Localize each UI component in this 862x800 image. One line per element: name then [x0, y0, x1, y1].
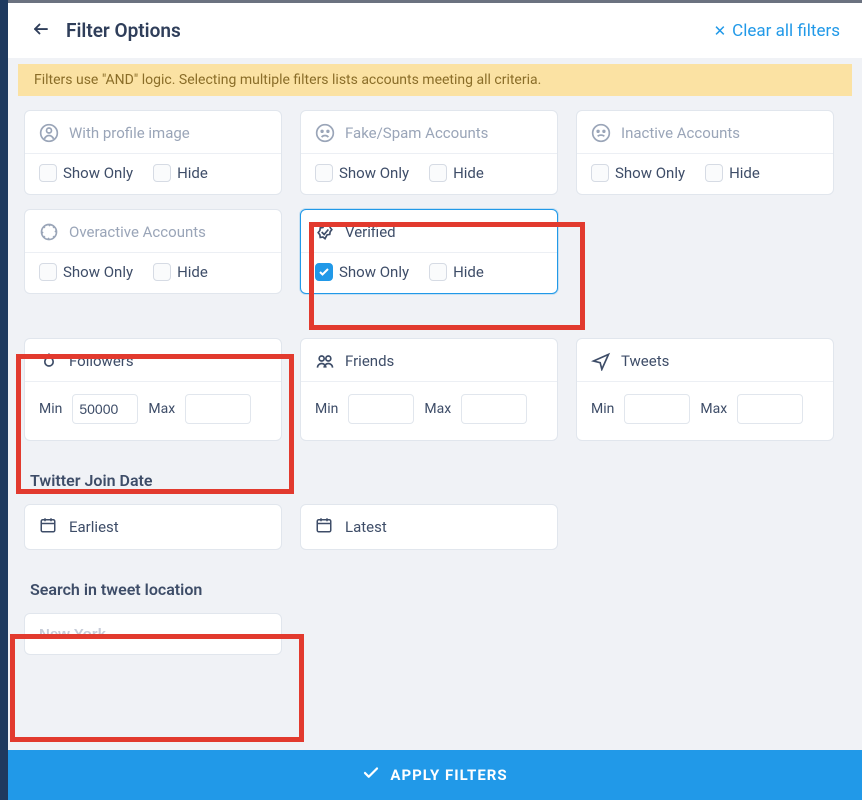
- person-icon: [39, 123, 59, 143]
- earliest-label: Earliest: [69, 518, 119, 536]
- tweets-max-input[interactable]: [737, 394, 803, 424]
- show-only-label: Show Only: [63, 164, 133, 182]
- calendar-icon: [39, 516, 57, 538]
- min-label: Min: [591, 401, 614, 417]
- latest-date-picker[interactable]: Latest: [300, 504, 558, 550]
- card-title: With profile image: [69, 124, 190, 142]
- show-only-checkbox[interactable]: Show Only: [591, 164, 685, 182]
- hide-checkbox[interactable]: Hide: [705, 164, 760, 182]
- card-title: Inactive Accounts: [621, 124, 740, 142]
- hide-label: Hide: [177, 164, 208, 182]
- checkbox-icon: [315, 164, 333, 182]
- hide-label: Hide: [177, 263, 208, 281]
- checkbox-icon: [429, 164, 447, 182]
- show-only-label: Show Only: [615, 164, 685, 182]
- clear-all-filters-button[interactable]: ✕ Clear all filters: [714, 21, 840, 41]
- min-label: Min: [315, 401, 338, 417]
- filter-card-fake-spam: Fake/Spam Accounts Show Only Hide: [300, 110, 558, 195]
- filter-card-followers: Followers Min Max: [24, 338, 282, 441]
- hide-label: Hide: [729, 164, 760, 182]
- card-title: Friends: [345, 352, 394, 370]
- card-title: Tweets: [621, 352, 669, 370]
- filter-card-profile-image: With profile image Show Only Hide: [24, 110, 282, 195]
- hide-checkbox[interactable]: Hide: [153, 164, 208, 182]
- friends-max-input[interactable]: [461, 394, 527, 424]
- info-banner: Filters use "AND" logic. Selecting multi…: [18, 64, 852, 96]
- earliest-date-picker[interactable]: Earliest: [24, 504, 282, 550]
- gear-badge-icon: [39, 222, 59, 242]
- show-only-checkbox[interactable]: Show Only: [315, 164, 409, 182]
- hide-checkbox[interactable]: Hide: [429, 164, 484, 182]
- checkbox-icon: [705, 164, 723, 182]
- check-icon: [362, 764, 380, 786]
- checkbox-icon: [591, 164, 609, 182]
- location-section-title: Search in tweet location: [30, 580, 846, 599]
- show-only-label: Show Only: [63, 263, 133, 281]
- hide-checkbox[interactable]: Hide: [429, 263, 484, 281]
- card-title: Verified: [345, 223, 396, 241]
- card-title: Overactive Accounts: [69, 223, 206, 241]
- latest-label: Latest: [345, 518, 387, 536]
- clear-filters-label: Clear all filters: [732, 21, 840, 41]
- close-icon: ✕: [714, 22, 727, 40]
- checkbox-icon: [39, 263, 57, 281]
- neutral-face-icon: [591, 123, 611, 143]
- hide-label: Hide: [453, 164, 484, 182]
- checkbox-icon: [315, 263, 333, 281]
- apply-filters-button[interactable]: APPLY FILTERS: [8, 750, 862, 800]
- max-label: Max: [148, 401, 175, 417]
- sad-face-icon: [315, 123, 335, 143]
- filter-card-verified: Verified Show Only Hide: [300, 209, 558, 294]
- max-label: Max: [424, 401, 451, 417]
- card-title: Followers: [69, 352, 134, 370]
- location-search-input[interactable]: [24, 613, 282, 655]
- friends-min-input[interactable]: [348, 394, 414, 424]
- show-only-checkbox[interactable]: Show Only: [39, 164, 133, 182]
- filter-card-inactive: Inactive Accounts Show Only Hide: [576, 110, 834, 195]
- fire-icon: [39, 351, 59, 371]
- checkbox-icon: [429, 263, 447, 281]
- apply-label: APPLY FILTERS: [390, 766, 507, 784]
- show-only-label: Show Only: [339, 164, 409, 182]
- min-label: Min: [39, 401, 62, 417]
- header: Filter Options ✕ Clear all filters: [8, 0, 862, 58]
- calendar-icon: [315, 516, 333, 538]
- verified-badge-icon: [315, 222, 335, 242]
- card-title: Fake/Spam Accounts: [345, 124, 488, 142]
- show-only-checkbox[interactable]: Show Only: [39, 263, 133, 281]
- filter-card-tweets: Tweets Min Max: [576, 338, 834, 441]
- followers-max-input[interactable]: [185, 394, 251, 424]
- checkbox-icon: [39, 164, 57, 182]
- back-arrow-icon[interactable]: [30, 19, 52, 43]
- friends-icon: [315, 351, 335, 371]
- tweets-min-input[interactable]: [624, 394, 690, 424]
- show-only-checkbox[interactable]: Show Only: [315, 263, 409, 281]
- page-title: Filter Options: [66, 19, 181, 42]
- join-date-section-title: Twitter Join Date: [30, 471, 846, 490]
- left-sidebar-stripe: [0, 0, 8, 800]
- filter-card-friends: Friends Min Max: [300, 338, 558, 441]
- filter-card-overactive: Overactive Accounts Show Only Hide: [24, 209, 282, 294]
- checkbox-icon: [153, 164, 171, 182]
- show-only-label: Show Only: [339, 263, 409, 281]
- hide-checkbox[interactable]: Hide: [153, 263, 208, 281]
- checkbox-icon: [153, 263, 171, 281]
- max-label: Max: [700, 401, 727, 417]
- hide-label: Hide: [453, 263, 484, 281]
- followers-min-input[interactable]: [72, 394, 138, 424]
- send-icon: [591, 351, 611, 371]
